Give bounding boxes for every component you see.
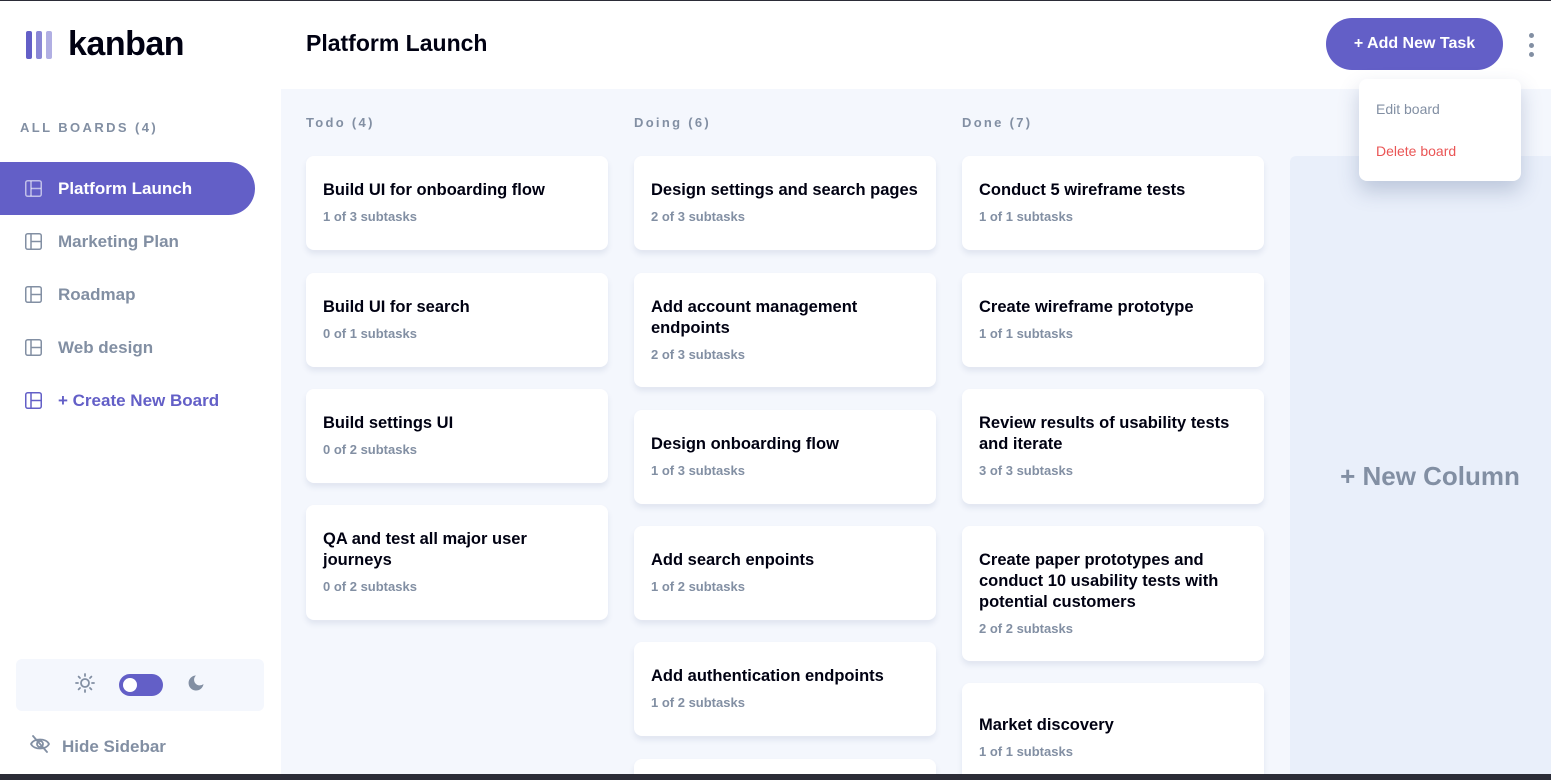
hide-sidebar-label: Hide Sidebar: [62, 736, 166, 756]
task-card[interactable]: Add authentication endpoints 1 of 2 subt…: [634, 642, 936, 736]
task-card[interactable]: QA and test all major user journeys 0 of…: [306, 505, 608, 620]
task-subtasks: 0 of 1 subtasks: [323, 326, 417, 341]
column-title: Done (7): [962, 115, 1033, 130]
task-title: Market discovery: [979, 716, 1114, 734]
board-list: Platform Launch Marketing Plan Roadmap W…: [0, 162, 255, 427]
task-title: Design onboarding flow: [651, 435, 839, 453]
task-card-partial[interactable]: [634, 759, 936, 775]
task-card[interactable]: Add search enpoints 1 of 2 subtasks: [634, 526, 936, 620]
task-title: Create wireframe prototype: [979, 298, 1194, 316]
sidebar-item-label: Roadmap: [58, 284, 136, 304]
logo-icon: [26, 30, 52, 59]
column-title: Doing (6): [634, 115, 712, 130]
eye-slash-icon: [29, 735, 51, 758]
hide-sidebar-button[interactable]: Hide Sidebar: [29, 735, 166, 758]
sidebar-item-web-design[interactable]: Web design: [0, 321, 255, 374]
task-subtasks: 3 of 3 subtasks: [979, 463, 1073, 478]
new-column-button[interactable]: + New Column: [1290, 156, 1551, 775]
create-new-board-button[interactable]: + Create New Board: [0, 374, 255, 427]
task-title: Build UI for onboarding flow: [323, 181, 545, 199]
task-title: Review results of usability tests and it…: [979, 414, 1230, 453]
task-title: Build settings UI: [323, 414, 454, 432]
board-icon: [25, 339, 42, 356]
sidebar-item-roadmap[interactable]: Roadmap: [0, 268, 255, 321]
task-card[interactable]: Create wireframe prototype 1 of 1 subtas…: [962, 273, 1264, 367]
board-menu-kebab-icon[interactable]: [1523, 33, 1539, 57]
task-subtasks: 0 of 2 subtasks: [323, 579, 417, 594]
theme-switch-knob: [123, 678, 137, 692]
task-subtasks: 0 of 2 subtasks: [323, 442, 417, 457]
task-title: Add search enpoints: [651, 551, 815, 569]
sidebar-item-label: Web design: [58, 337, 154, 357]
sun-icon: [75, 672, 95, 698]
header: Platform Launch + Add New Task: [281, 1, 1551, 89]
task-title: Design settings and search pages: [651, 181, 918, 199]
add-new-task-button[interactable]: + Add New Task: [1326, 18, 1503, 70]
board-options-menu: Edit board Delete board: [1359, 79, 1521, 181]
task-card[interactable]: Design onboarding flow 1 of 3 subtasks: [634, 410, 936, 504]
sidebar-item-platform-launch[interactable]: Platform Launch: [0, 162, 255, 215]
delete-board-menu-item[interactable]: Delete board: [1376, 143, 1456, 159]
task-card[interactable]: Review results of usability tests and it…: [962, 389, 1264, 504]
task-card[interactable]: Market discovery 1 of 1 subtasks: [962, 683, 1264, 775]
task-card[interactable]: Create paper prototypes and conduct 10 u…: [962, 526, 1264, 661]
task-card[interactable]: Design settings and search pages 2 of 3 …: [634, 156, 936, 250]
sidebar-item-marketing-plan[interactable]: Marketing Plan: [0, 215, 255, 268]
board-icon: [25, 392, 42, 409]
logo: kanban: [26, 25, 185, 64]
task-subtasks: 1 of 3 subtasks: [323, 209, 417, 224]
task-subtasks: 1 of 1 subtasks: [979, 326, 1073, 341]
page-title: Platform Launch: [306, 30, 488, 56]
task-title: Add authentication endpoints: [651, 667, 884, 685]
task-card[interactable]: Build UI for search 0 of 1 subtasks: [306, 273, 608, 367]
task-subtasks: 2 of 2 subtasks: [979, 621, 1073, 636]
board-area: Todo (4) Build UI for onboarding flow 1 …: [281, 89, 1551, 775]
theme-switch[interactable]: [119, 674, 163, 696]
edit-board-menu-item[interactable]: Edit board: [1376, 101, 1440, 117]
board-icon: [25, 180, 42, 197]
task-subtasks: 1 of 2 subtasks: [651, 695, 745, 710]
task-title: Conduct 5 wireframe tests: [979, 181, 1186, 199]
task-subtasks: 1 of 1 subtasks: [979, 209, 1073, 224]
task-subtasks: 2 of 3 subtasks: [651, 347, 745, 362]
sidebar-item-label: Marketing Plan: [58, 231, 179, 251]
moon-icon: [187, 674, 205, 697]
sidebar-item-label: Platform Launch: [58, 178, 193, 198]
task-title: QA and test all major user journeys: [323, 530, 527, 569]
all-boards-heading: ALL BOARDS (4): [20, 120, 159, 135]
task-subtasks: 1 of 3 subtasks: [651, 463, 745, 478]
task-title: Create paper prototypes and conduct 10 u…: [979, 551, 1219, 611]
create-board-label: + Create New Board: [58, 390, 220, 410]
task-title: Add account management endpoints: [651, 298, 858, 337]
theme-toggle-panel: [16, 659, 264, 711]
task-card[interactable]: Add account management endpoints 2 of 3 …: [634, 273, 936, 387]
board-icon: [25, 286, 42, 303]
task-subtasks: 1 of 2 subtasks: [651, 579, 745, 594]
task-card[interactable]: Build UI for onboarding flow 1 of 3 subt…: [306, 156, 608, 250]
logo-text: kanban: [68, 25, 185, 63]
sidebar: kanban ALL BOARDS (4) Platform Launch Ma…: [0, 1, 281, 775]
bottom-edge-bar: [0, 774, 1551, 780]
task-card[interactable]: Conduct 5 wireframe tests 1 of 1 subtask…: [962, 156, 1264, 250]
task-subtasks: 2 of 3 subtasks: [651, 209, 745, 224]
board-icon: [25, 233, 42, 250]
task-title: Build UI for search: [323, 298, 470, 316]
column-title: Todo (4): [306, 115, 375, 130]
task-subtasks: 1 of 1 subtasks: [979, 744, 1073, 759]
task-card[interactable]: Build settings UI 0 of 2 subtasks: [306, 389, 608, 483]
